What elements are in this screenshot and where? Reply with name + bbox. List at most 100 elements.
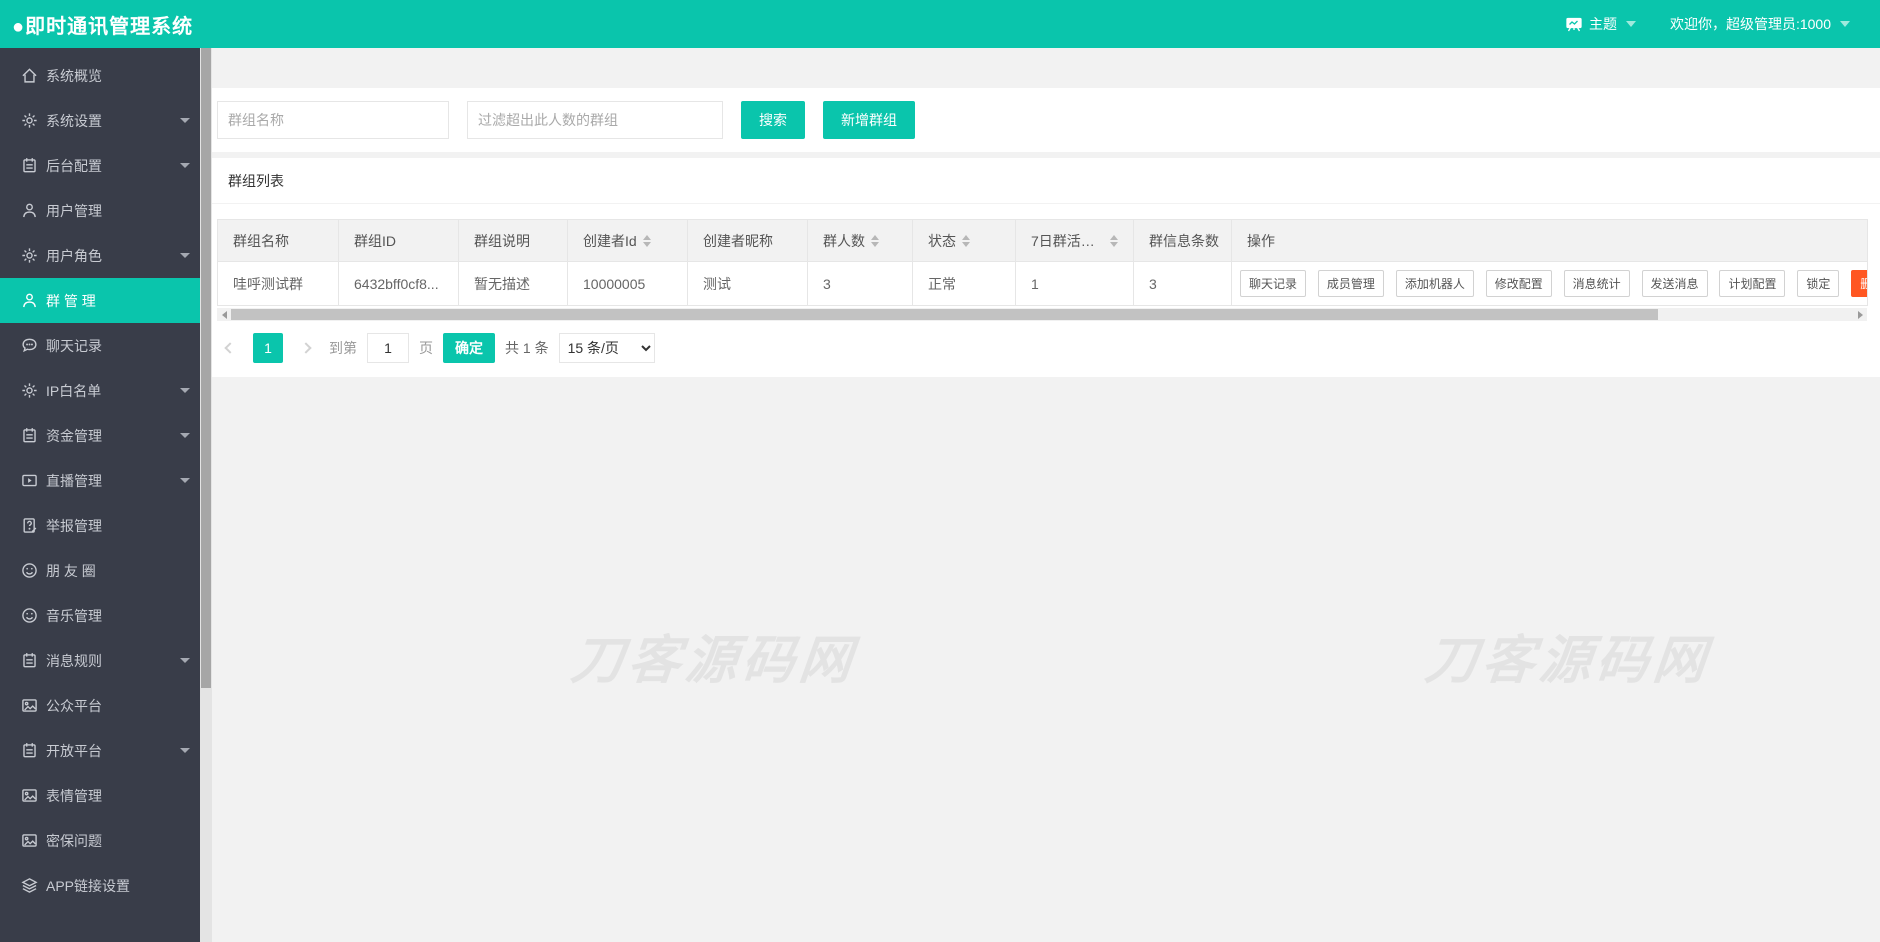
send-message-button[interactable]: 发送消息 [1641, 270, 1708, 297]
cell-status: 正常 [912, 261, 1016, 306]
sidebar-item-emoji-management[interactable]: 表情管理 [0, 773, 200, 818]
horizontal-scrollbar-thumb[interactable] [231, 309, 1659, 320]
sidebar-item-message-rules[interactable]: 消息规则 [0, 638, 200, 683]
main-content: 搜索 新增群组 群组列表 群组名称 群组ID 群组说明 创建者Id 创建者昵 [212, 48, 1880, 942]
vertical-scrollbar[interactable] [200, 48, 212, 942]
cell-message-count: 3 [1133, 261, 1232, 306]
modify-config-button[interactable]: 修改配置 [1485, 270, 1552, 297]
chat-icon [21, 337, 38, 354]
sidebar-item-system-overview[interactable]: 系统概览 [0, 53, 200, 98]
confirm-page-button[interactable]: 确定 [443, 333, 495, 363]
sidebar-item-moments[interactable]: 朋 友 圈 [0, 548, 200, 593]
sort-icon[interactable] [642, 234, 651, 247]
sidebar-item-security-questions[interactable]: 密保问题 [0, 818, 200, 863]
sidebar-item-chat-records[interactable]: 聊天记录 [0, 323, 200, 368]
search-button[interactable]: 搜索 [741, 101, 805, 139]
col-group-name: 群组名称 [217, 219, 339, 262]
group-name-input[interactable] [217, 101, 449, 139]
sidebar-item-funds-management[interactable]: 资金管理 [0, 413, 200, 458]
plan-config-button[interactable]: 计划配置 [1719, 270, 1786, 297]
gear-icon [21, 382, 38, 399]
page-unit-label: 页 [419, 340, 433, 356]
sidebar-item-public-platform[interactable]: 公众平台 [0, 683, 200, 728]
gear-icon [21, 247, 38, 264]
cell-group-desc: 暂无描述 [458, 261, 568, 306]
chevron-down-icon [180, 162, 190, 168]
video-icon [21, 472, 38, 489]
cell-member-count: 3 [807, 261, 913, 306]
chevron-down-icon [180, 657, 190, 663]
cell-actions: 聊天记录 成员管理 添加机器人 修改配置 消息统计 发送消息 计划配置 锁定 删… [1231, 261, 1868, 306]
member-filter-input[interactable] [467, 101, 723, 139]
theme-menu[interactable]: 主题 [1565, 14, 1636, 34]
col-actions: 操作 [1231, 219, 1868, 262]
pagination: 1 到第 页 确定 共 1 条 15 条/页 [217, 333, 1880, 363]
group-list-panel: 群组列表 群组名称 群组ID 群组说明 创建者Id 创建者昵称 群人数 状态 7… [212, 158, 1880, 377]
page-size-select[interactable]: 15 条/页 [558, 333, 655, 363]
sidebar-item-music-management[interactable]: 音乐管理 [0, 593, 200, 638]
delete-button[interactable]: 删除 [1851, 270, 1867, 297]
chevron-down-icon [180, 117, 190, 123]
image-icon [21, 787, 38, 804]
cell-group-id: 6432bff0cf8... [338, 261, 459, 306]
goto-label: 到第 [329, 340, 357, 356]
welcome-text: 欢迎你，超级管理员:1000 [1669, 16, 1831, 32]
col-group-id: 群组ID [338, 219, 459, 262]
table-header-row: 群组名称 群组ID 群组说明 创建者Id 创建者昵称 群人数 状态 7日群活跃.… [217, 219, 1868, 262]
next-page-button[interactable] [293, 333, 319, 363]
horizontal-scrollbar[interactable] [217, 308, 1867, 321]
chevron-left-icon [224, 342, 236, 354]
chevron-down-icon [180, 432, 190, 438]
total-count-label: 共 1 条 [505, 340, 549, 356]
sidebar-item-ip-whitelist[interactable]: IP白名单 [0, 368, 200, 413]
search-panel: 搜索 新增群组 [212, 88, 1880, 152]
user-menu[interactable]: 欢迎你，超级管理员:1000 [1670, 14, 1850, 34]
message-stats-button[interactable]: 消息统计 [1563, 270, 1630, 297]
page-number-button[interactable]: 1 [253, 333, 283, 363]
notebook-icon [21, 427, 38, 444]
sidebar-item-group-management[interactable]: 群 管 理 [0, 278, 200, 323]
scroll-left-icon[interactable] [217, 308, 231, 321]
sidebar-item-open-platform[interactable]: 开放平台 [0, 728, 200, 773]
sidebar-item-user-roles[interactable]: 用户角色 [0, 233, 200, 278]
chevron-down-icon [180, 252, 190, 258]
card-title: 群组列表 [212, 158, 1880, 204]
prev-page-button[interactable] [217, 333, 243, 363]
sidebar-item-live-management[interactable]: 直播管理 [0, 458, 200, 503]
user-icon [21, 202, 38, 219]
col-7day-active: 7日群活跃... [1015, 219, 1134, 262]
sort-icon[interactable] [962, 234, 970, 247]
lock-button[interactable]: 锁定 [1797, 270, 1840, 297]
card-body: 群组名称 群组ID 群组说明 创建者Id 创建者昵称 群人数 状态 7日群活跃.… [212, 204, 1880, 363]
chevron-right-icon [300, 342, 312, 354]
col-creator-id: 创建者Id [567, 219, 688, 262]
header-right: 主题 欢迎你，超级管理员:1000 [1565, 14, 1880, 34]
gear-icon [21, 112, 38, 129]
sort-icon[interactable] [871, 234, 879, 247]
cell-7day-active: 1 [1015, 261, 1134, 306]
sort-icon[interactable] [1110, 234, 1118, 247]
chat-records-button[interactable]: 聊天记录 [1240, 270, 1307, 297]
add-group-button[interactable]: 新增群组 [823, 101, 915, 139]
sidebar-item-user-management[interactable]: 用户管理 [0, 188, 200, 233]
add-robot-button[interactable]: 添加机器人 [1395, 270, 1474, 297]
app-title: ●即时通讯管理系统 [12, 15, 194, 38]
theme-label: 主题 [1588, 16, 1617, 32]
col-group-desc: 群组说明 [458, 219, 568, 262]
image-icon [21, 832, 38, 849]
goto-page-input[interactable] [367, 333, 409, 363]
sidebar-nav: 系统概览 系统设置 后台配置 用户管理 用户角色 群 管 理 聊天记录 IP白名… [0, 48, 200, 942]
notebook-icon [21, 157, 38, 174]
sidebar-item-report-management[interactable]: 举报管理 [0, 503, 200, 548]
chevron-down-icon [180, 477, 190, 483]
sidebar-item-backend-config[interactable]: 后台配置 [0, 143, 200, 188]
vertical-scrollbar-thumb[interactable] [201, 48, 211, 688]
chevron-down-icon [1625, 21, 1636, 27]
cell-group-name: 哇呼测试群 [217, 261, 339, 306]
sidebar-item-app-link-settings[interactable]: APP链接设置 [0, 863, 200, 908]
scroll-right-icon[interactable] [1853, 308, 1867, 321]
member-management-button[interactable]: 成员管理 [1317, 270, 1384, 297]
easel-board-icon [1565, 16, 1583, 32]
sidebar-item-system-settings[interactable]: 系统设置 [0, 98, 200, 143]
col-message-count: 群信息条数 [1133, 219, 1232, 262]
